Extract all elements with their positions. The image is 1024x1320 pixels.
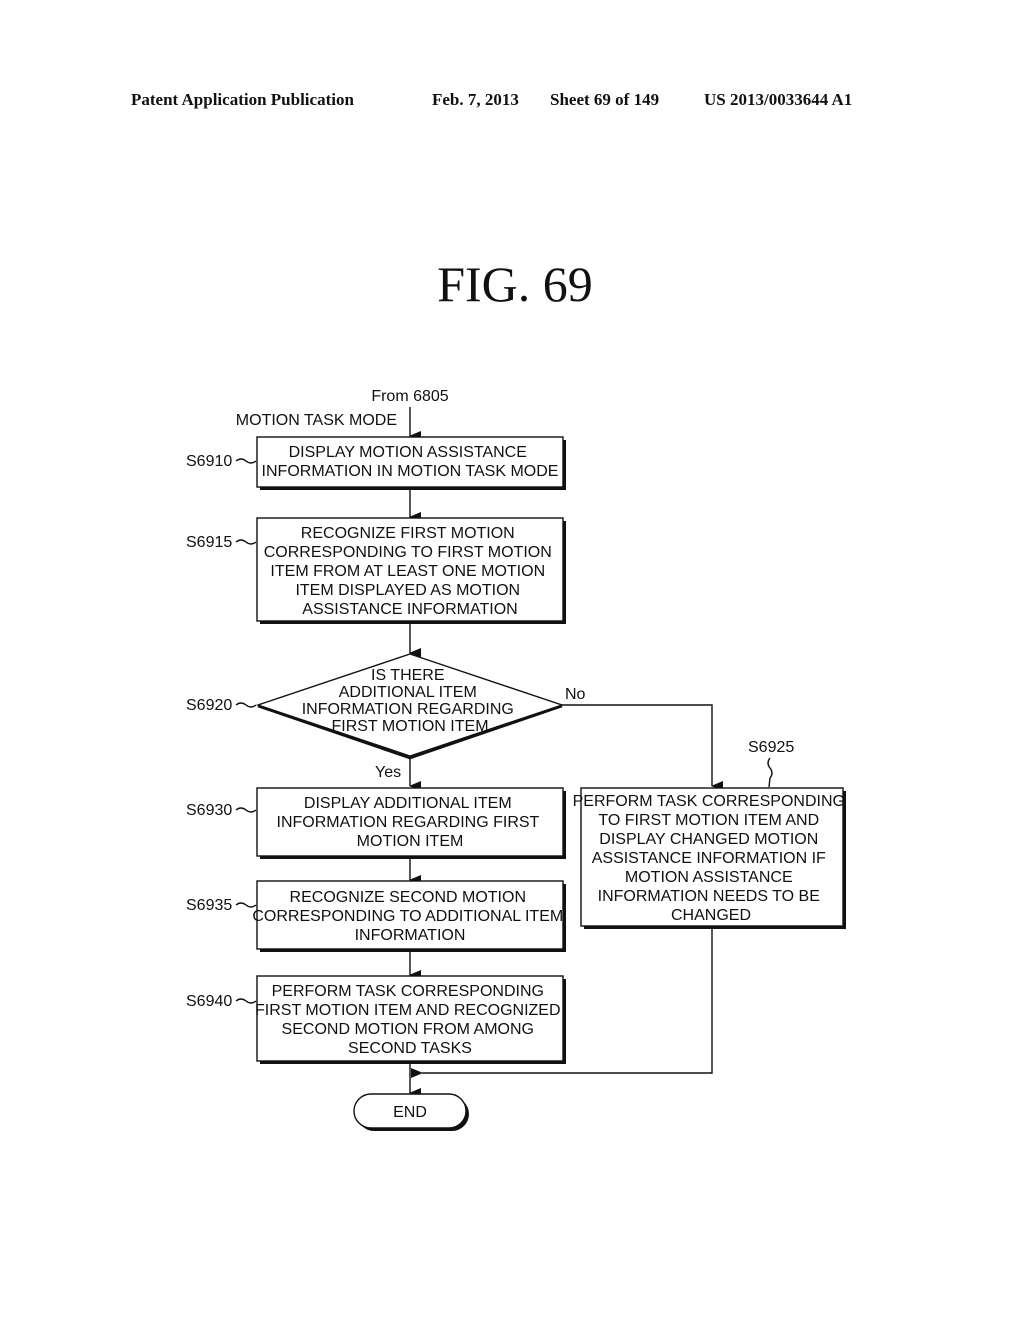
step-s6910: DISPLAY MOTION ASSISTANCE INFORMATION IN… [186, 436, 566, 490]
step-s6925: PERFORM TASK CORRESPONDING TO FIRST MOTI… [573, 739, 850, 929]
step-s6930-id: S6930 [186, 802, 232, 819]
leader-s6915 [235, 539, 257, 545]
decision-s6920-text: IS THERE ADDITIONAL ITEM INFORMATION REG… [302, 667, 519, 735]
step-s6925-id: S6925 [748, 739, 794, 756]
entry-mode-label: MOTION TASK MODE [236, 412, 397, 429]
leader-s6920 [235, 702, 257, 708]
decision-s6920: IS THERE ADDITIONAL ITEM INFORMATION REG… [186, 653, 565, 760]
leader-s6940 [235, 998, 257, 1004]
entry-from-label: From 6805 [371, 388, 448, 405]
flowchart: From 6805 MOTION TASK MODE DISPLAY MOTIO… [186, 388, 850, 1131]
step-s6935: RECOGNIZE SECOND MOTION CORRESPONDING TO… [186, 880, 566, 952]
leader-s6925 [767, 757, 773, 788]
leader-s6935 [235, 902, 257, 908]
step-s6925-text: PERFORM TASK CORRESPONDING TO FIRST MOTI… [573, 793, 850, 924]
end-terminator: END [353, 1093, 469, 1131]
yes-label: Yes [375, 764, 401, 781]
step-s6915: RECOGNIZE FIRST MOTION CORRESPONDING TO … [186, 517, 566, 624]
step-s6935-id: S6935 [186, 897, 232, 914]
step-s6915-text: RECOGNIZE FIRST MOTION CORRESPONDING TO … [264, 525, 556, 618]
no-label: No [565, 686, 586, 703]
step-s6940-id: S6940 [186, 993, 232, 1010]
leader-s6930 [235, 807, 257, 813]
step-s6940: PERFORM TASK CORRESPONDING FIRST MOTION … [186, 975, 566, 1064]
arrow-no [562, 704, 723, 791]
step-s6915-id: S6915 [186, 534, 232, 551]
leader-s6910 [235, 458, 257, 464]
step-s6920-id: S6920 [186, 697, 232, 714]
step-s6930: DISPLAY ADDITIONAL ITEM INFORMATION REGA… [186, 787, 566, 859]
end-label: END [393, 1104, 427, 1121]
step-s6910-id: S6910 [186, 453, 232, 470]
